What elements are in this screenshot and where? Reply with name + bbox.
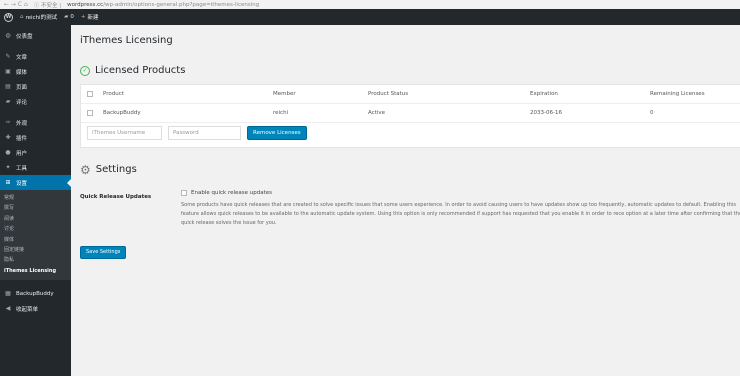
sidebar-item-posts[interactable]: ✎ 文章 (0, 49, 71, 64)
new-content-link[interactable]: + 新建 (81, 13, 99, 21)
remove-licenses-button[interactable]: Remove Licenses (247, 126, 307, 140)
admin-sidebar: ◍ 仪表盘 ✎ 文章 ▣ 媒体 ▤ 页面 ▰ 评论 ✑ 外观 ✚ 插件 ● 用户… (0, 25, 71, 376)
comment-icon: ▰ (5, 98, 11, 105)
sidebar-item-label: 仪表盘 (16, 33, 33, 40)
pin-icon: ✎ (5, 53, 11, 60)
table-row: BackupBuddy reichi Active 2033-06-16 0 (81, 104, 740, 123)
sidebar-item-dashboard[interactable]: ◍ 仪表盘 (0, 28, 71, 43)
url-host[interactable]: wordpress.cc (67, 2, 103, 8)
users-icon: ● (5, 149, 11, 156)
media-icon: ▣ (5, 68, 11, 75)
admin-bar: W ⌂ reichi的测试 ▰ 0 + 新建 (0, 9, 740, 25)
dashboard-icon: ◍ (5, 32, 11, 39)
page-icon: ▤ (5, 83, 11, 90)
sidebar-item-label: 页面 (16, 84, 28, 91)
submenu-item-reading[interactable]: 阅读 (0, 214, 71, 224)
quick-release-checkbox-label[interactable]: Enable quick release updates (191, 190, 272, 196)
sidebar-item-label: BackupBuddy (16, 290, 54, 297)
row-checkbox[interactable] (87, 110, 93, 116)
comment-bubble-icon: ▰ (64, 14, 69, 20)
sidebar-item-label: 工具 (16, 165, 28, 172)
settings-submenu: 常规 撰写 阅读 讨论 媒体 固定链接 隐私 iThemes Licensing (0, 190, 71, 281)
sidebar-item-label: 插件 (16, 135, 28, 142)
table-header-row: Product Member Product Status Expiration… (81, 85, 740, 104)
sidebar-item-backupbuddy[interactable]: ▦ BackupBuddy (0, 286, 71, 301)
cell-expiration: 2033-06-16 (530, 110, 562, 116)
sidebar-item-label: 评论 (16, 99, 28, 106)
sidebar-item-settings[interactable]: ⊞ 设置 (0, 175, 71, 190)
cell-product: BackupBuddy (103, 110, 141, 116)
home-icon: ⌂ (20, 14, 24, 20)
sidebar-item-label: 用户 (16, 150, 28, 157)
license-form: iThemes Username Password Remove License… (87, 126, 307, 140)
backupbuddy-icon: ▦ (5, 290, 11, 298)
username-input[interactable]: iThemes Username (87, 126, 162, 140)
column-header-remaining: Remaining Licenses (650, 91, 705, 97)
save-settings-button[interactable]: Save Settings (80, 246, 127, 259)
settings-icon: ⊞ (5, 179, 11, 186)
sidebar-item-label: 收起菜单 (16, 306, 39, 313)
plugin-icon: ✚ (5, 134, 11, 141)
licensed-heading-text: Licensed Products (95, 65, 186, 76)
column-header-product: Product (103, 91, 124, 97)
quick-release-option[interactable]: Enable quick release updates (181, 190, 272, 196)
appearance-icon: ✑ (5, 119, 11, 126)
password-input[interactable]: Password (168, 126, 241, 140)
column-header-expiration: Expiration (530, 91, 558, 97)
sidebar-item-label: 文章 (16, 54, 28, 61)
submenu-item-media[interactable]: 媒体 (0, 235, 71, 245)
main-content: iThemes Licensing ✓ Licensed Products Pr… (71, 25, 740, 376)
column-header-member: Member (273, 91, 296, 97)
settings-heading-text: Settings (95, 164, 137, 175)
gear-icon: ⚙ (80, 162, 91, 177)
select-all-checkbox[interactable] (87, 91, 93, 97)
new-label: 新建 (87, 15, 99, 21)
settings-heading: ⚙ Settings (80, 162, 137, 177)
sidebar-item-media[interactable]: ▣ 媒体 (0, 64, 71, 79)
comments-link[interactable]: ▰ 0 (64, 14, 74, 20)
sidebar-item-users[interactable]: ● 用户 (0, 145, 71, 160)
sidebar-item-tools[interactable]: ✦ 工具 (0, 160, 71, 175)
browser-address-bar: ← → C ⌂ ⓘ 不安全 | wordpress.cc/wp-admin/op… (0, 0, 740, 9)
quick-release-description: Some products have quick releases that a… (181, 202, 740, 226)
sidebar-item-comments[interactable]: ▰ 评论 (0, 94, 71, 109)
licensed-products-panel: Product Member Product Status Expiration… (80, 84, 740, 148)
sidebar-item-plugins[interactable]: ✚ 插件 (0, 130, 71, 145)
plus-icon: + (80, 14, 86, 20)
site-name: reichi的测试 (25, 15, 58, 21)
site-name-link[interactable]: ⌂ reichi的测试 (20, 13, 57, 21)
cell-remaining: 0 (650, 110, 654, 116)
page-title: iThemes Licensing (80, 35, 173, 46)
url-path[interactable]: /wp-admin/options-general.php?page=ithem… (103, 2, 259, 8)
quick-release-label: Quick Release Updates (80, 194, 152, 200)
cell-status: Active (368, 110, 386, 116)
sidebar-item-pages[interactable]: ▤ 页面 (0, 79, 71, 94)
submenu-item-discussion[interactable]: 讨论 (0, 224, 71, 234)
sidebar-item-appearance[interactable]: ✑ 外观 (0, 115, 71, 130)
sidebar-item-label: 设置 (16, 180, 28, 187)
browser-nav-icons[interactable]: ← → C ⌂ (4, 1, 28, 8)
wordpress-logo-icon[interactable]: W (4, 12, 13, 22)
submenu-item-permalinks[interactable]: 固定链接 (0, 245, 71, 255)
column-header-status: Product Status (368, 91, 409, 97)
licensed-products-heading: ✓ Licensed Products (80, 65, 185, 76)
sidebar-item-label: 媒体 (16, 69, 28, 76)
submenu-item-general[interactable]: 常规 (0, 193, 71, 203)
tools-icon: ✦ (5, 164, 11, 171)
checkmark-circle-icon: ✓ (80, 65, 90, 76)
sidebar-item-label: 外观 (16, 120, 28, 127)
security-indicator: ⓘ 不安全 | (33, 2, 62, 9)
comments-count: 0 (70, 14, 74, 20)
submenu-item-privacy[interactable]: 隐私 (0, 255, 71, 265)
quick-release-checkbox[interactable] (181, 190, 187, 196)
submenu-item-writing[interactable]: 撰写 (0, 203, 71, 213)
cell-member: reichi (273, 110, 289, 116)
sidebar-collapse-menu[interactable]: ◀ 收起菜单 (0, 301, 71, 316)
submenu-item-ithemes-licensing[interactable]: iThemes Licensing (0, 266, 71, 276)
collapse-icon: ◀ (5, 305, 11, 313)
